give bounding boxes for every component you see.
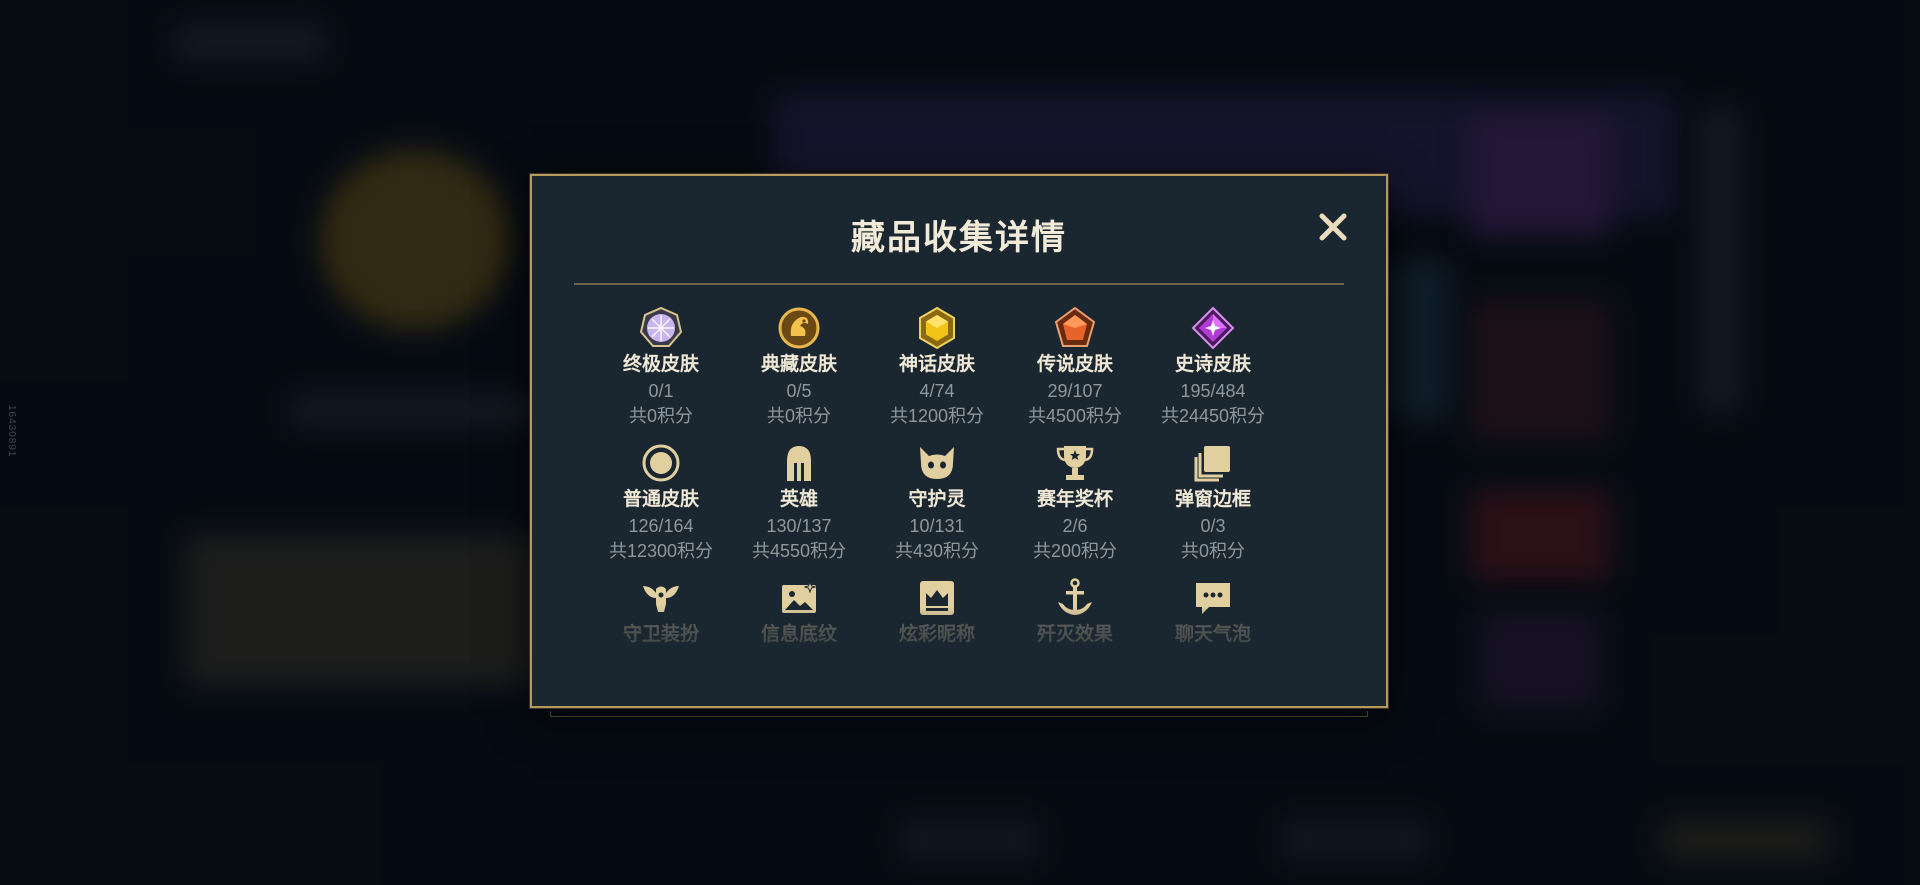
item-count: 29/107	[1047, 381, 1103, 401]
item-name: 炫彩昵称	[898, 624, 975, 645]
item-points: 共200积分	[1032, 541, 1118, 561]
item-points: 共4550积分	[751, 541, 847, 561]
item-points: 共430积分	[894, 541, 980, 561]
item-name: 弹窗边框	[1174, 489, 1251, 510]
item-name: 赛年奖杯	[1036, 489, 1113, 510]
modal-title: 藏品收集详情	[851, 219, 1067, 257]
item-name: 守护灵	[908, 489, 966, 510]
ward-skin-icon	[639, 576, 683, 620]
item-name: 史诗皮肤	[1174, 354, 1251, 375]
item-points: 共1200积分	[889, 406, 985, 426]
item-points: 共0积分	[1180, 541, 1245, 561]
close-button[interactable]	[1316, 210, 1350, 244]
ultimate-skin-icon	[639, 306, 683, 350]
chat-bubble-icon	[1191, 576, 1235, 620]
item-count: 2/6	[1062, 516, 1088, 536]
trophy-icon	[1053, 441, 1097, 485]
item-name: 歼灭效果	[1036, 624, 1113, 645]
collection-item-trophy[interactable]: 赛年奖杯 2/6 共200积分	[1006, 441, 1144, 562]
item-count: 0/5	[786, 381, 812, 401]
guardian-spirit-icon	[915, 441, 959, 485]
item-count: 130/137	[766, 516, 832, 536]
item-count: 195/484	[1180, 381, 1246, 401]
collection-item-prestige[interactable]: 典藏皮肤 0/5 共0积分	[730, 306, 868, 427]
item-name: 守卫装扮	[622, 624, 699, 645]
side-id-label: 16430891	[6, 405, 17, 458]
item-name: 聊天气泡	[1174, 624, 1251, 645]
common-skin-icon	[639, 441, 683, 485]
legendary-skin-icon	[1053, 306, 1097, 350]
item-points: 共4500积分	[1027, 406, 1123, 426]
ace-effect-icon	[1053, 576, 1097, 620]
collection-item-info-banner[interactable]: 信息底纹	[730, 576, 868, 646]
collection-details-modal: 藏品收集详情 终极皮肤 0/1 共0积分 典藏皮肤 0/5 共0积分 神话皮肤 …	[530, 174, 1388, 708]
item-points: 共0积分	[766, 406, 831, 426]
item-name: 典藏皮肤	[760, 354, 837, 375]
item-points: 共24450积分	[1160, 406, 1266, 426]
item-count: 0/1	[648, 381, 674, 401]
info-banner-icon	[777, 576, 821, 620]
title-divider	[574, 283, 1344, 285]
item-name: 英雄	[779, 489, 818, 510]
popup-frame-icon	[1191, 441, 1235, 485]
item-count: 4/74	[919, 381, 955, 401]
collection-item-epic[interactable]: 史诗皮肤 195/484 共24450积分	[1144, 306, 1282, 427]
collection-item-ace-effect[interactable]: 歼灭效果	[1006, 576, 1144, 646]
item-name: 信息底纹	[760, 624, 837, 645]
item-name: 终极皮肤	[622, 354, 699, 375]
collection-item-champion[interactable]: 英雄 130/137 共4550积分	[730, 441, 868, 562]
item-name: 普通皮肤	[622, 489, 699, 510]
mythic-skin-icon	[915, 306, 959, 350]
modal-bottom-edge	[550, 711, 1368, 717]
collection-item-chat-bubble[interactable]: 聊天气泡	[1144, 576, 1282, 646]
item-count: 10/131	[909, 516, 965, 536]
item-count: 126/164	[628, 516, 694, 536]
collection-grid: 终极皮肤 0/1 共0积分 典藏皮肤 0/5 共0积分 神话皮肤 4/74 共1…	[592, 306, 1282, 646]
collection-item-mythic[interactable]: 神话皮肤 4/74 共1200积分	[868, 306, 1006, 427]
champion-helmet-icon	[777, 441, 821, 485]
item-points: 共0积分	[628, 406, 693, 426]
crown-nameplate-icon	[915, 576, 959, 620]
collection-item-guardian[interactable]: 守护灵 10/131 共430积分	[868, 441, 1006, 562]
item-name: 传说皮肤	[1036, 354, 1113, 375]
collection-item-popup-frame[interactable]: 弹窗边框 0/3 共0积分	[1144, 441, 1282, 562]
item-count: 0/3	[1200, 516, 1226, 536]
prestige-skin-icon	[777, 306, 821, 350]
collection-item-ward[interactable]: 守卫装扮	[592, 576, 730, 646]
item-points: 共12300积分	[608, 541, 714, 561]
collection-item-nameplate[interactable]: 炫彩昵称	[868, 576, 1006, 646]
item-name: 神话皮肤	[898, 354, 975, 375]
epic-skin-icon	[1191, 306, 1235, 350]
collection-item-ultimate[interactable]: 终极皮肤 0/1 共0积分	[592, 306, 730, 427]
close-icon	[1319, 213, 1347, 241]
collection-item-common[interactable]: 普通皮肤 126/164 共12300积分	[592, 441, 730, 562]
collection-item-legendary[interactable]: 传说皮肤 29/107 共4500积分	[1006, 306, 1144, 427]
